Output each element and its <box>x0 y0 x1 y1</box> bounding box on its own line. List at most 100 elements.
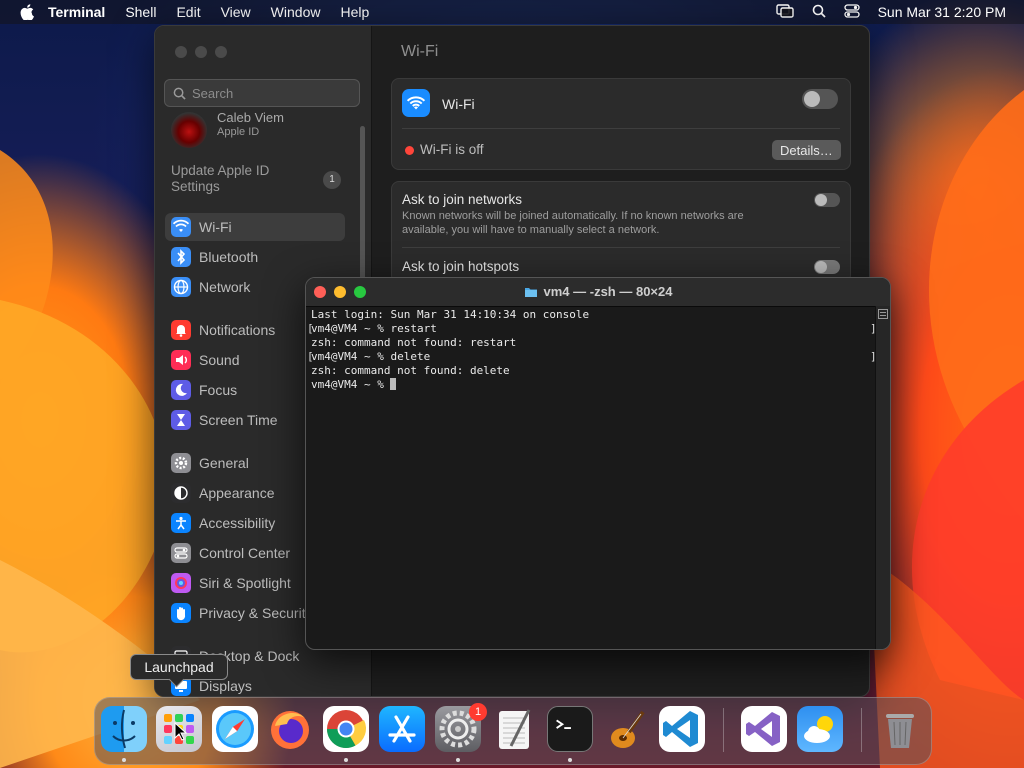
zoom-button[interactable] <box>215 46 227 58</box>
wifi-label: Wi-Fi <box>442 96 475 112</box>
close-button[interactable] <box>175 46 187 58</box>
control-center-icon[interactable] <box>843 3 860 21</box>
terminal-running-dot <box>568 758 572 762</box>
wifi-icon <box>171 217 191 237</box>
textedit-icon[interactable] <box>491 706 537 752</box>
wifi-toggle[interactable] <box>802 89 838 109</box>
app-store-icon[interactable] <box>379 706 425 752</box>
ask-hotspots-title: Ask to join hotspots <box>402 259 520 274</box>
wifi-details-button[interactable]: Details… <box>772 140 841 160</box>
accessibility-icon <box>171 513 191 533</box>
sidebar-item-label: Siri & Spotlight <box>199 575 291 591</box>
globe-icon <box>171 277 191 297</box>
avatar <box>171 112 207 148</box>
sidebar-item-label: Notifications <box>199 322 276 338</box>
sidebar-item-label: Displays <box>199 678 252 694</box>
sidebar-item-label: Privacy & Security <box>199 605 313 621</box>
dock: 1 <box>94 697 932 765</box>
menu-edit[interactable]: Edit <box>176 4 200 20</box>
bluetooth-icon <box>171 247 191 267</box>
terminal-window[interactable]: vm4 — -zsh — 80×24 Last login: Sun Mar 3… <box>305 277 891 650</box>
terminal-line: vm4@VM4 ~ % delete <box>311 350 431 363</box>
folder-icon <box>524 287 537 297</box>
ask-networks-desc-line2: available, you will have to manually sel… <box>402 224 660 236</box>
sidebar-item-label: Sound <box>199 352 240 368</box>
update-label-line2: Settings <box>171 179 220 194</box>
ask-networks-toggle[interactable] <box>814 193 840 207</box>
vscode-icon[interactable] <box>659 706 705 752</box>
terminal-title: vm4 — -zsh — 80×24 <box>306 284 890 299</box>
ask-networks-desc-line1: Known networks will be joined automatica… <box>402 210 744 222</box>
settings-search-input[interactable]: Search <box>164 79 360 107</box>
control-center-icon <box>171 543 191 563</box>
wifi-card: Wi-Fi Wi-Fi is off Details… <box>391 78 851 170</box>
sidebar-item-label: Appearance <box>199 485 275 501</box>
terminal-line: vm4@VM4 ~ % restart <box>311 322 437 335</box>
terminal-title-bar[interactable]: vm4 — -zsh — 80×24 <box>306 278 890 307</box>
dock-separator <box>723 708 724 752</box>
sidebar-item-wi-fi[interactable]: Wi-Fi <box>165 213 345 241</box>
menu-help[interactable]: Help <box>340 4 369 20</box>
hand-icon <box>171 603 191 623</box>
menu-bar: Terminal Shell Edit View Window Help Sun… <box>0 0 1024 24</box>
garageband-icon[interactable] <box>603 706 649 752</box>
mark-bracket: [ <box>307 350 314 363</box>
update-apple-id-item[interactable]: Update Apple ID Settings 1 <box>171 163 341 195</box>
page-title: Wi-Fi <box>401 43 439 60</box>
terminal-icon[interactable] <box>547 706 593 752</box>
apple-menu-icon[interactable] <box>18 3 36 21</box>
menu-clock[interactable]: Sun Mar 31 2:20 PM <box>878 4 1006 20</box>
ask-hotspots-toggle[interactable] <box>814 260 840 274</box>
siri-icon <box>171 573 191 593</box>
moon-icon <box>171 380 191 400</box>
launchpad-tooltip: Launchpad <box>130 654 228 680</box>
ask-card-divider <box>402 247 840 248</box>
sidebar-item-label: Focus <box>199 382 238 398</box>
appearance-icon <box>171 483 191 503</box>
screen-mirroring-icon[interactable] <box>775 3 794 21</box>
chrome-running-dot <box>344 758 348 762</box>
sidebar-item-label: Bluetooth <box>199 249 259 265</box>
menu-window[interactable]: Window <box>271 4 321 20</box>
menu-app-name[interactable]: Terminal <box>48 4 105 20</box>
finder-icon[interactable] <box>101 706 147 752</box>
search-placeholder: Search <box>192 85 234 101</box>
terminal-output[interactable]: Last login: Sun Mar 31 14:10:34 on conso… <box>311 308 874 649</box>
search-icon <box>173 87 186 100</box>
profile-subtitle: Apple ID <box>217 126 260 138</box>
apple-id-profile[interactable]: Caleb Viem Apple ID <box>171 110 351 148</box>
sidebar-item-label: Screen Time <box>199 412 278 428</box>
mouse-pointer-icon <box>174 722 188 741</box>
minimize-button[interactable] <box>195 46 207 58</box>
update-label-line1: Update Apple ID <box>171 163 270 178</box>
terminal-prompt-line: vm4@VM4 ~ % <box>311 378 874 392</box>
scroll-marker-icon <box>878 309 888 319</box>
mark-bracket: [ <box>307 322 314 335</box>
bell-icon <box>171 320 191 340</box>
spotlight-search-icon[interactable] <box>812 4 826 21</box>
sidebar-item-label: Accessibility <box>199 515 276 531</box>
update-badge: 1 <box>323 171 341 189</box>
safari-icon[interactable] <box>212 706 258 752</box>
weather-icon[interactable] <box>797 706 843 752</box>
system-settings-badge: 1 <box>469 703 487 721</box>
visual-studio-icon[interactable] <box>741 706 787 752</box>
terminal-scrollbar[interactable] <box>875 306 890 649</box>
terminal-prompt: vm4@VM4 ~ % <box>311 378 391 391</box>
trash-icon[interactable] <box>877 706 923 752</box>
menu-shell[interactable]: Shell <box>125 4 156 20</box>
sidebar-item-label: Wi-Fi <box>199 219 232 235</box>
terminal-line: zsh: command not found: restart <box>311 336 517 349</box>
sidebar-item-label: Network <box>199 279 251 295</box>
sidebar-item-bluetooth[interactable]: Bluetooth <box>165 243 345 271</box>
terminal-line: Last login: Sun Mar 31 14:10:34 on conso… <box>311 308 590 321</box>
profile-name: Caleb Viem <box>217 110 284 125</box>
dock-separator <box>861 708 862 752</box>
menu-view[interactable]: View <box>221 4 251 20</box>
chrome-icon[interactable] <box>323 706 369 752</box>
speaker-icon <box>171 350 191 370</box>
firefox-icon[interactable] <box>267 706 313 752</box>
wifi-status-dot <box>405 146 414 155</box>
ask-networks-title: Ask to join networks <box>402 192 523 207</box>
terminal-line: zsh: command not found: delete <box>311 364 510 377</box>
